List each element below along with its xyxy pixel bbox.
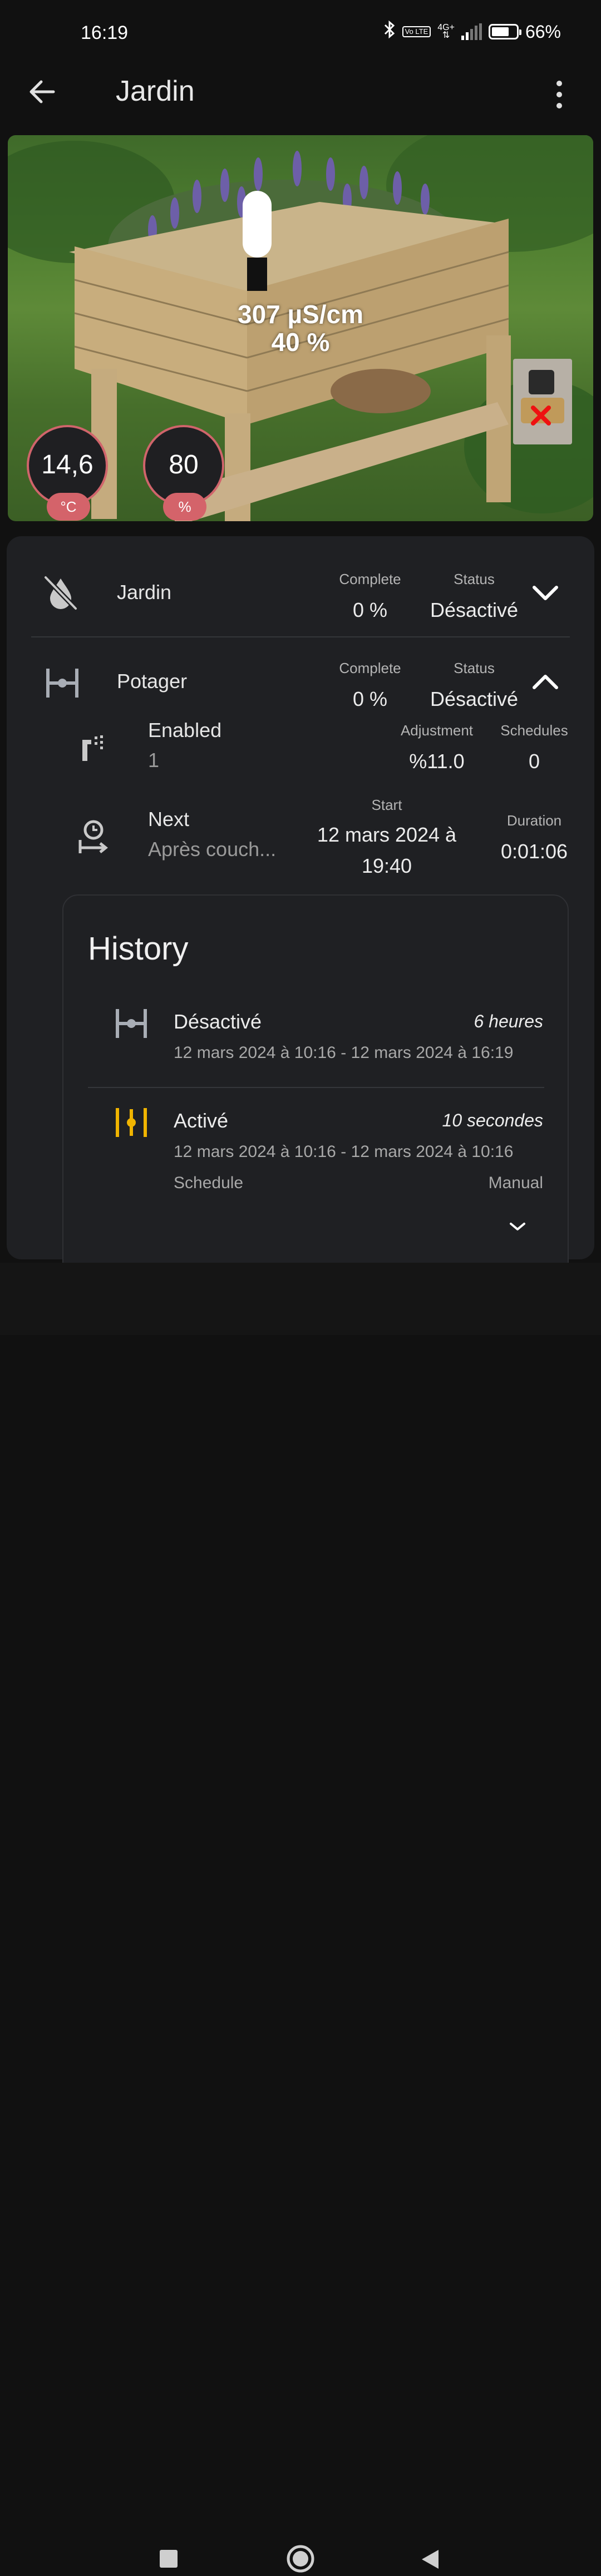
collapse-potager-button[interactable] [529, 671, 562, 693]
circle-icon [287, 2545, 314, 2573]
enabled-label: Enabled [148, 719, 222, 741]
schedules-label: Schedules [500, 722, 568, 739]
complete-label: Complete [339, 571, 401, 587]
divider [88, 1087, 544, 1088]
chevron-up-icon [533, 675, 558, 689]
back-nav-button[interactable] [421, 2549, 441, 2570]
history-entry-duration: 10 secondes [442, 1110, 543, 1130]
chevron-down-icon [533, 586, 558, 600]
bluetooth-icon [383, 20, 396, 43]
valve-open-icon [115, 1107, 148, 1138]
zone-name-potager[interactable]: Potager [117, 670, 187, 693]
timer-icon [78, 818, 109, 857]
history-entry-name: Activé [174, 1109, 229, 1132]
enabled-value: 1 [148, 749, 160, 772]
complete-label: Complete [339, 660, 401, 676]
divider [31, 636, 570, 637]
sprinkler-icon [81, 734, 107, 762]
status-value: Désactivé [430, 688, 519, 710]
back-button[interactable] [24, 72, 63, 111]
history-entry-schedule-value: Manual [488, 1174, 543, 1192]
network-type: 4G+ ⇅ [437, 23, 455, 40]
history-entry-name: Désactivé [174, 1010, 262, 1033]
square-icon [160, 2550, 178, 2568]
humidity-gauge[interactable]: 80 % [143, 425, 224, 521]
arrow-left-icon [29, 80, 55, 103]
history-title: History [88, 931, 189, 967]
expand-history-button[interactable] [506, 1219, 529, 1234]
history-entry-range: 12 mars 2024 à 10:16 - 12 mars 2024 à 16… [174, 1044, 514, 1062]
status-bar: 16:19 Vo LTE 4G+ ⇅ 66% [0, 0, 601, 67]
duration-value: 0:01:06 [500, 840, 568, 863]
temperature-gauge[interactable]: 14,6 °C [27, 425, 108, 521]
history-entry-duration: 6 heures [474, 1011, 543, 1031]
temperature-unit-badge: °C [47, 493, 90, 521]
battery-level: 66% [525, 21, 561, 42]
next-value: Après couch... [148, 838, 277, 861]
adjustment-value: %11.0 [409, 750, 465, 773]
triangle-back-icon [422, 2550, 439, 2569]
overflow-menu-button[interactable] [548, 78, 570, 111]
valve-icon [521, 370, 564, 426]
status-label: Status [454, 660, 495, 676]
status-icons: Vo LTE 4G+ ⇅ 66% [383, 20, 561, 43]
complete-value: 0 % [352, 688, 388, 710]
complete-value: 0 % [352, 599, 388, 621]
system-navigation-bar [0, 1263, 601, 2573]
moisture-value: 40 % [271, 328, 330, 357]
humidity-unit-badge: % [163, 493, 206, 521]
page-title: Jardin [116, 75, 195, 107]
humidity-value: 80 [169, 450, 199, 479]
start-label: Start [371, 797, 402, 813]
start-date: 12 mars 2024 à [317, 823, 457, 846]
temperature-value: 14,6 [41, 450, 93, 479]
home-button[interactable] [286, 2544, 315, 2573]
chevron-down-icon [510, 1223, 525, 1230]
battery-icon [488, 24, 521, 39]
zone-name-jardin[interactable]: Jardin [117, 581, 171, 604]
recents-button[interactable] [159, 2549, 179, 2569]
valve-closed-icon [115, 1008, 148, 1039]
volte-icon: Vo LTE [402, 26, 431, 37]
status-label: Status [454, 571, 495, 587]
adjustment-label: Adjustment [400, 722, 474, 739]
expand-jardin-button[interactable] [529, 582, 562, 604]
schedules-value: 0 [528, 750, 540, 773]
history-entry-schedule-label: Schedule [174, 1174, 244, 1192]
more-vert-icon [556, 81, 562, 108]
status-value: Désactivé [430, 599, 519, 621]
valve-closed-indicator[interactable] [513, 359, 572, 444]
next-label: Next [148, 808, 190, 830]
start-time: 19:40 [361, 854, 412, 877]
duration-label: Duration [506, 812, 562, 829]
ec-value: 307 µS/cm [238, 300, 363, 329]
sensor-readout: 307 µS/cm 40 % [0, 300, 601, 356]
clock: 16:19 [81, 22, 129, 43]
water-off-icon [41, 573, 80, 612]
history-entry-range: 12 mars 2024 à 10:16 - 12 mars 2024 à 10… [174, 1143, 514, 1161]
signal-icon [461, 23, 482, 40]
valve-closed-icon [45, 666, 80, 700]
